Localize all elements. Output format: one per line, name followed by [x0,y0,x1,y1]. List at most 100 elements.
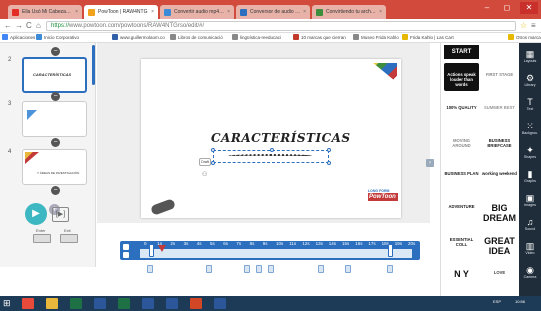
timeline-start-handle[interactable] [149,244,154,257]
side-menu-text[interactable]: T Text [519,97,541,111]
library-tile[interactable]: FIRST STAGE [482,63,517,91]
library-tile[interactable]: LOVE [482,261,517,289]
element-timing-block[interactable] [268,265,274,273]
star-icon[interactable]: ☆ [520,21,527,30]
remove-slide-button[interactable]: − [51,47,60,56]
minimize-button[interactable]: – [480,2,494,14]
resize-handle[interactable] [211,148,215,152]
library-tile[interactable]: ADVENTURE [444,195,479,223]
library-tile[interactable]: SUMMER BEST [482,96,517,124]
resize-handle[interactable] [327,161,331,165]
chrome-icon[interactable] [22,298,34,309]
bookmark-item[interactable]: Frida Kahlo | Las Cart [402,34,454,40]
url-field[interactable]: https://www.powtoon.com/powtoons/RAW4NTG… [46,21,516,31]
word-icon[interactable] [142,298,154,309]
explorer-icon[interactable] [46,298,58,309]
timeline-end-handle[interactable] [388,244,393,257]
bookmark-item[interactable]: www.guillermolaom.co [112,34,165,40]
back-icon[interactable]: ← [4,21,12,30]
slide-canvas[interactable]: CARACTERÍSTICAS Draft ⚇ LONG FORM PowToo… [141,59,401,218]
close-tab-icon[interactable]: × [227,9,230,15]
library-tile[interactable]: working weekend [482,162,517,190]
side-menu-images[interactable]: ▣ Images [519,193,541,207]
remove-slide-button[interactable]: − [51,186,60,195]
bookmark-item[interactable]: Libros de comunicació [170,34,223,40]
element-timing-block[interactable] [256,265,262,273]
word-icon[interactable] [94,298,106,309]
library-tile[interactable]: 100% QUALITY [444,96,479,124]
play-from-here-button[interactable]: [▶] [52,207,69,222]
close-tab-icon[interactable]: × [151,9,154,15]
resize-handle[interactable] [211,161,215,165]
selected-element-box[interactable] [211,148,331,165]
library-tile[interactable]: N Y [444,261,479,289]
bookmark-item[interactable]: Inicio Corporativo [36,34,79,40]
forward-icon[interactable]: → [15,21,23,30]
side-menu-graphs[interactable]: ▮ Graphs [519,169,541,183]
library-tile[interactable]: ESSENTIAL COLL [444,228,479,256]
slide-thumbnail-2[interactable]: CARACTERÍSTICAS [22,57,87,93]
close-window-button[interactable]: ✕ [520,2,538,14]
remove-slide-button[interactable]: − [51,92,60,101]
element-timing-block[interactable] [244,265,250,273]
timeline[interactable]: 0 1s 2s 3s 4s 5s 6s 7s 8s 9s 10s 11s 12s 13s 14s 15s 16s… [120,241,420,260]
browser-tab[interactable]: Convertir audio mp4 a mp3× [160,5,234,19]
library-tile[interactable]: BUSINESS PLAN [444,162,479,190]
play-button[interactable]: ▶ [25,203,47,225]
element-style-chip[interactable]: Draft [199,158,211,166]
close-tab-icon[interactable]: × [303,9,306,15]
element-timing-block[interactable] [345,265,351,273]
slide-title-text[interactable]: CARACTERÍSTICAS [211,131,351,145]
timeline-zoom-icon[interactable] [123,244,129,250]
close-tab-icon[interactable]: × [75,9,78,15]
slide-thumbnail-4[interactable]: Y ÁREAS DE INVESTIGACIÓN [22,149,87,185]
bookmark-item[interactable]: 10 marcas que cierran [293,34,346,40]
side-menu-shapes[interactable]: ✦ Shapes [519,145,541,159]
tray-language[interactable]: ESP [493,299,501,304]
bookmark-item[interactable]: Aplicaciones [2,34,35,40]
bookmark-item[interactable]: lingüística-reeducaci [232,34,281,40]
collapse-library-button[interactable]: › [426,159,434,167]
element-timing-block[interactable] [147,265,153,273]
home-icon[interactable]: ⌂ [36,21,41,30]
remove-slide-button[interactable]: − [51,138,60,147]
library-tile[interactable]: BUSINESS BRIEFCASE [482,129,517,157]
slide-thumbnail-3[interactable] [22,101,87,137]
excel-icon[interactable] [70,298,82,309]
side-menu-sound[interactable]: ♫ Sound [519,217,541,231]
library-tile[interactable]: BIG DREAM [482,195,517,223]
windows-start-icon[interactable]: ⊞ [3,298,13,309]
element-timing-block[interactable] [206,265,212,273]
resize-handle[interactable] [270,148,274,152]
powerpoint-icon[interactable] [190,298,202,309]
library-start-tile[interactable]: START [444,45,479,59]
resize-handle[interactable] [327,148,331,152]
side-menu-backgrou[interactable]: ⁙ Backgrou. [519,121,541,135]
close-tab-icon[interactable]: × [379,9,382,15]
maximize-button[interactable]: ◻ [500,2,514,14]
bookmark-item[interactable]: Museo Frida Kahlo [353,34,399,40]
animation-icon[interactable]: ⚇ [202,171,207,178]
side-menu-layouts[interactable]: ▦ Layouts [519,49,541,63]
word-icon[interactable] [214,298,226,309]
slides-scrollbar[interactable] [92,45,95,85]
enter-effect-selector[interactable] [33,234,51,243]
library-tile[interactable]: Actions speak louder than words [444,63,479,91]
side-menu-camera[interactable]: ◉ Camera [519,265,541,279]
element-timing-block[interactable] [387,265,393,273]
browser-tab[interactable]: Ella Usó Mi Cabeza Como× [8,5,82,19]
timeline-track[interactable] [140,245,412,258]
browser-tab[interactable]: Conversor de audio onlin × [236,5,310,19]
exit-effect-selector[interactable] [60,234,78,243]
side-menu-library[interactable]: ⚙ Library [519,73,541,87]
library-tile[interactable]: GREAT IDEA [482,228,517,256]
tray-clock[interactable]: 10:56 [515,299,525,304]
browser-tab[interactable]: PowToon | RAW4NTG × [84,5,158,19]
playhead-marker[interactable] [158,245,167,252]
timeline-zoom-icon[interactable] [123,252,129,258]
word-icon[interactable] [166,298,178,309]
menu-icon[interactable]: ≡ [531,21,536,30]
bookmark-item[interactable]: Otros marcado [508,34,541,40]
element-timing-block[interactable] [318,265,324,273]
reload-icon[interactable]: C [26,21,32,30]
